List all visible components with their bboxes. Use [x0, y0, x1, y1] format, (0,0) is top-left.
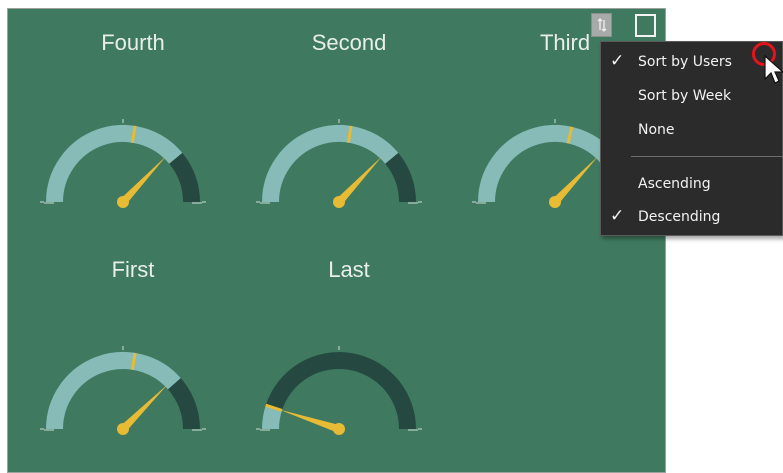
gauge-title: Last — [328, 257, 370, 282]
gauge-second[interactable]: Second — [244, 29, 454, 229]
gauge-fourth[interactable]: Fourth — [28, 29, 238, 229]
gauge-needle — [336, 156, 383, 205]
gauge-title: First — [111, 257, 155, 282]
gauge-remaining-band — [168, 152, 200, 203]
gauge-value-band — [262, 125, 399, 203]
gauge-remaining-band — [167, 378, 200, 430]
gauge-needle — [120, 384, 168, 432]
gauge-dial — [40, 346, 206, 435]
gauge-title: Second — [311, 30, 387, 55]
mouse-cursor-icon — [764, 55, 783, 84]
menu-item-ascending[interactable]: Ascending — [601, 172, 782, 198]
gauge-dial — [256, 119, 422, 208]
checkmark-icon: ✓ — [610, 206, 625, 226]
gauge-value-band — [478, 125, 615, 203]
gauge-needle — [552, 156, 599, 205]
gauge-remaining-band — [265, 352, 416, 430]
menu-separator — [631, 156, 782, 157]
gauge-needle-hub — [333, 196, 345, 208]
gauge-value-band — [46, 125, 183, 203]
focus-mode-button[interactable] — [635, 14, 656, 37]
gauge-needle-hub — [117, 196, 129, 208]
sort-arrows-icon — [597, 18, 606, 32]
gauge-needle-hub — [549, 196, 561, 208]
sort-context-menu: ✓ Sort by Users Sort by Week None Ascend… — [600, 41, 783, 236]
menu-item-sort-by-week[interactable]: Sort by Week — [601, 84, 782, 110]
gauge-value-band — [262, 405, 283, 430]
sort-button[interactable] — [591, 13, 612, 37]
checkmark-icon: ✓ — [610, 51, 625, 71]
gauge-visual-panel: Fourth Second Third First Last — [7, 8, 666, 473]
gauge-last[interactable]: Last — [244, 256, 454, 456]
gauge-first[interactable]: First — [28, 256, 238, 456]
gauge-needle-hub — [117, 423, 129, 435]
gauge-needle — [120, 156, 167, 205]
menu-item-none[interactable]: None — [601, 118, 782, 144]
menu-item-descending[interactable]: ✓ Descending — [601, 205, 782, 231]
gauge-remaining-band — [384, 152, 416, 203]
gauge-needle — [279, 409, 341, 433]
gauge-dial — [40, 119, 206, 208]
gauge-needle-hub — [333, 423, 345, 435]
gauge-title: Fourth — [101, 30, 165, 55]
gauge-dial — [256, 346, 422, 435]
